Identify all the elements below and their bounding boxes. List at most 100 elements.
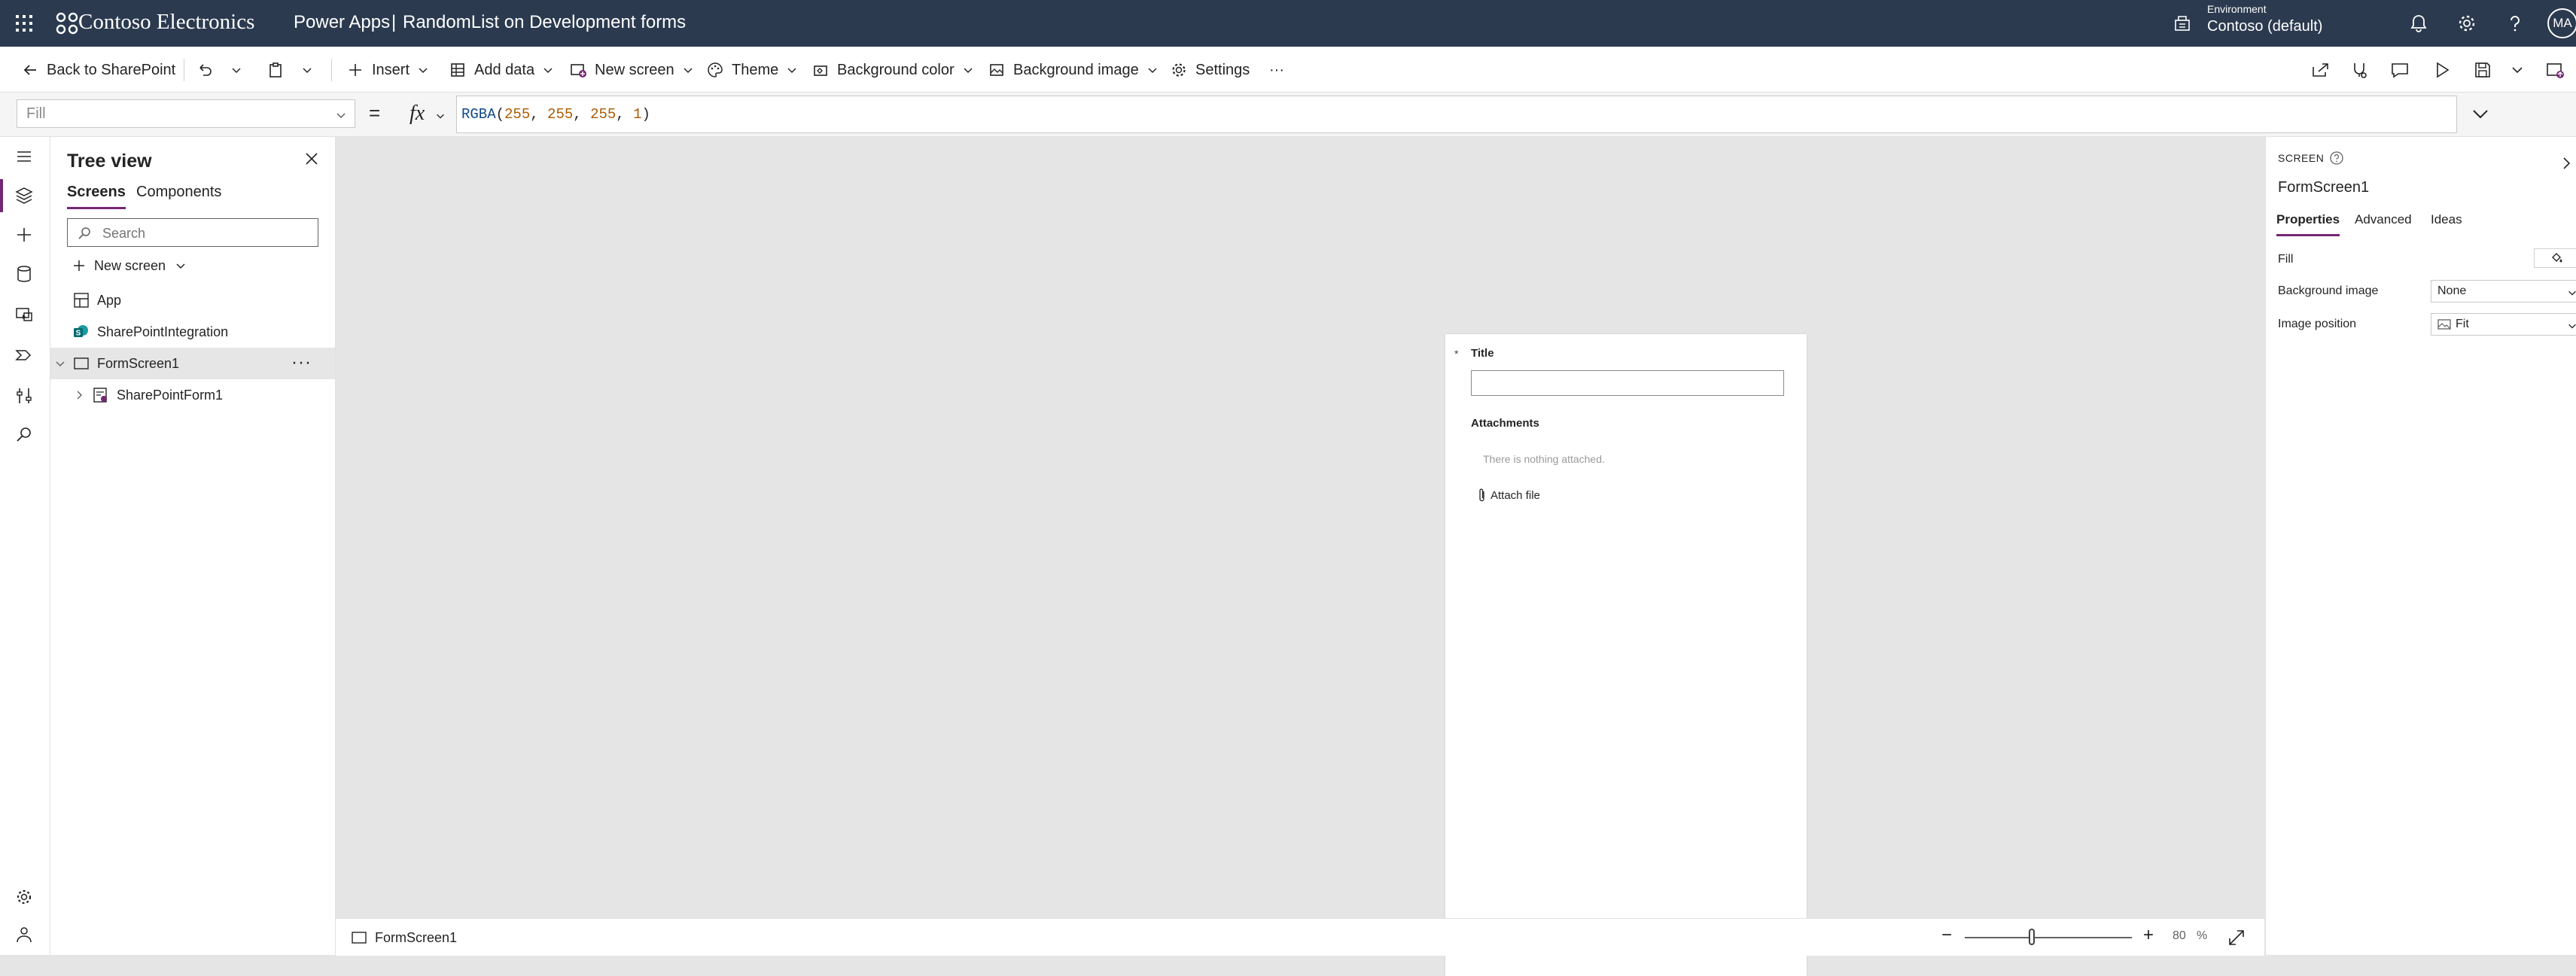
contoso-logo-icon: [56, 12, 78, 35]
function-picker[interactable]: fx: [396, 96, 457, 133]
left-rail: [0, 137, 50, 955]
attach-file-button[interactable]: Attach file: [1478, 488, 1540, 503]
search-input[interactable]: [101, 223, 315, 243]
publish-icon[interactable]: [2544, 59, 2565, 81]
paste-dropdown[interactable]: [301, 60, 321, 80]
insert-button[interactable]: Insert: [346, 60, 429, 80]
data-cylinder-icon[interactable]: [14, 263, 35, 284]
formula-open-paren: (: [495, 106, 505, 123]
property-selector[interactable]: Fill: [17, 99, 355, 128]
paste-button[interactable]: [266, 60, 292, 80]
theme-button[interactable]: Theme: [706, 60, 798, 80]
design-canvas[interactable]: * Title Attachments There is nothing att…: [336, 137, 2264, 976]
database-icon: [451, 63, 464, 77]
image-position-dropdown[interactable]: Fit: [2431, 313, 2576, 336]
new-screen-icon: [571, 64, 586, 78]
status-bar: FormScreen1 − + 80 %: [336, 918, 2264, 956]
tree-node-sharepointintegration[interactable]: S SharePointIntegration: [50, 316, 335, 348]
fit-to-window-icon[interactable]: [2227, 928, 2246, 947]
environment-icon[interactable]: [2173, 14, 2192, 33]
expand-formula-chevron-icon[interactable]: [2469, 105, 2492, 124]
org-name[interactable]: Contoso Electronics: [78, 10, 254, 35]
hamburger-menu-icon[interactable]: [14, 146, 35, 167]
more-options-icon[interactable]: ···: [291, 352, 312, 373]
tree-new-screen-button[interactable]: New screen: [72, 254, 194, 277]
zoom-slider-thumb[interactable]: [2029, 929, 2035, 945]
app-name[interactable]: Power Apps: [294, 12, 390, 33]
chevron-down-icon: [1148, 68, 1157, 74]
save-icon[interactable]: [2472, 59, 2493, 81]
insert-plus-icon[interactable]: [14, 224, 35, 245]
save-dropdown-chevron-icon[interactable]: [2507, 59, 2528, 81]
current-screen-name: FormScreen1: [375, 929, 458, 945]
settings-button[interactable]: Settings: [1170, 60, 1250, 80]
tree-view-title: Tree view: [67, 151, 152, 172]
properties-pane: SCREEN FormScreen1 Properties Advanced I…: [2265, 137, 2576, 955]
paperclip-icon: [1479, 488, 1484, 502]
undo-button[interactable]: [196, 60, 221, 80]
add-data-button[interactable]: Add data: [449, 60, 554, 80]
back-label: Back to SharePoint: [47, 61, 176, 78]
environment-value[interactable]: Contoso (default): [2207, 18, 2322, 35]
preview-play-icon[interactable]: [2431, 59, 2453, 81]
screen-icon: [74, 357, 89, 369]
selected-control-type: SCREEN: [2278, 152, 2325, 164]
comments-icon[interactable]: [2389, 59, 2410, 81]
chevron-right-icon[interactable]: [75, 387, 85, 403]
media-icon[interactable]: [14, 304, 35, 325]
background-image-label: Background image: [2278, 284, 2379, 297]
formula-input[interactable]: RGBA(255, 255, 255, 1): [456, 96, 2457, 133]
help-icon[interactable]: [2504, 12, 2526, 35]
undo-dropdown[interactable]: [230, 60, 250, 80]
no-attachments-text: There is nothing attached.: [1483, 453, 1605, 465]
fx-icon: fx: [410, 102, 425, 125]
zoom-slider-track[interactable]: [1965, 937, 2132, 938]
more-commands-button[interactable]: ···: [1269, 60, 1284, 80]
new-screen-label: New screen: [595, 61, 674, 78]
tab-ideas[interactable]: Ideas: [2431, 212, 2462, 234]
user-avatar[interactable]: MA: [2547, 8, 2576, 38]
background-color-button[interactable]: Background color: [811, 60, 974, 80]
tab-components[interactable]: Components: [136, 184, 221, 207]
app-launcher-icon[interactable]: [12, 11, 36, 35]
environment-label: Environment: [2207, 3, 2267, 15]
new-screen-button[interactable]: New screen: [569, 60, 694, 80]
title-field-label: Title: [1471, 347, 1494, 360]
chevron-down-icon[interactable]: [55, 355, 65, 372]
share-icon[interactable]: [2310, 59, 2331, 81]
settings-gear-icon[interactable]: [14, 886, 35, 908]
tab-screens[interactable]: Screens: [67, 184, 126, 209]
formula-comma: ,: [573, 106, 591, 123]
tab-advanced[interactable]: Advanced: [2355, 212, 2412, 234]
back-to-sharepoint-button[interactable]: Back to SharePoint: [21, 60, 175, 80]
tree-node-app[interactable]: App: [50, 284, 335, 316]
fill-color-picker[interactable]: [2534, 248, 2576, 268]
background-image-dropdown[interactable]: None: [2431, 280, 2576, 303]
selected-control-name[interactable]: FormScreen1: [2278, 179, 2369, 196]
tree-node-formscreen1[interactable]: FormScreen1 ···: [50, 348, 335, 379]
settings-gear-icon[interactable]: [2456, 12, 2478, 35]
zoom-out-button[interactable]: −: [1938, 925, 1956, 946]
search-icon[interactable]: [14, 424, 35, 445]
current-screen-indicator[interactable]: FormScreen1: [351, 929, 457, 946]
divider: [331, 59, 332, 81]
background-image-button[interactable]: Background image: [988, 60, 1159, 80]
zoom-value[interactable]: 80: [2173, 929, 2186, 943]
virtual-agent-icon[interactable]: [14, 924, 35, 945]
notifications-icon[interactable]: [2407, 12, 2430, 35]
app-checker-icon[interactable]: [2349, 59, 2370, 81]
tree-view-rail-button[interactable]: [0, 179, 35, 212]
tab-properties[interactable]: Properties: [2276, 212, 2340, 236]
zoom-in-button[interactable]: +: [2139, 925, 2157, 946]
power-automate-icon[interactable]: [14, 345, 35, 366]
advanced-tools-icon[interactable]: [14, 385, 35, 406]
app-grid-icon: [74, 293, 89, 308]
chevron-down-icon: [787, 68, 796, 74]
close-icon[interactable]: [302, 149, 321, 169]
help-circle-icon[interactable]: [2329, 151, 2344, 166]
title-text-input[interactable]: [1471, 370, 1784, 396]
form-screen-preview[interactable]: * Title Attachments There is nothing att…: [1445, 334, 1807, 976]
chevron-right-icon[interactable]: [2561, 154, 2573, 173]
chevron-down-icon: [176, 263, 185, 269]
tree-node-sharepointform1[interactable]: SharePointForm1: [50, 379, 335, 411]
